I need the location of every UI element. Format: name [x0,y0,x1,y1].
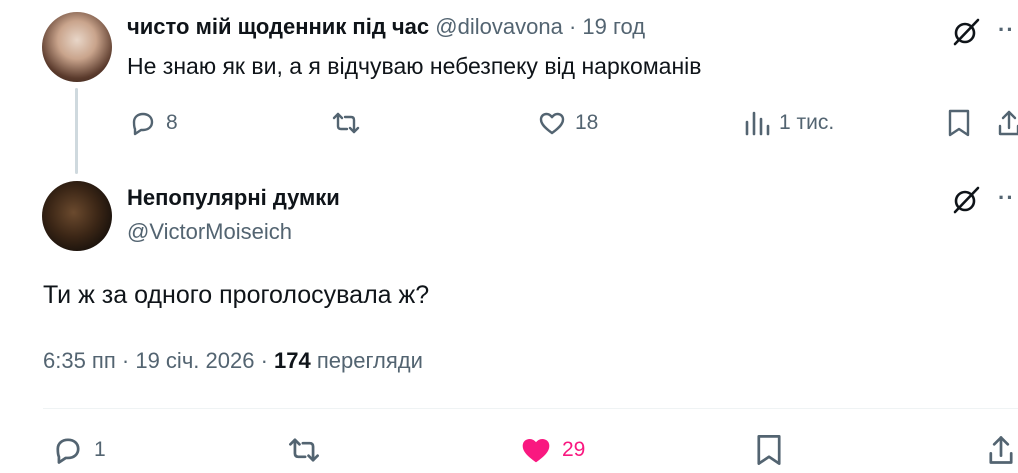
parent-like-button[interactable]: 18 [537,108,598,138]
grok-icon[interactable] [950,16,982,53]
parent-views-button[interactable]: 1 тис. [743,108,834,138]
reply-like-count: 29 [562,438,586,461]
reply-meta-separator: · [260,348,268,373]
parent-views-count: 1 тис. [779,111,835,134]
like-icon [522,438,550,463]
reply-like-button[interactable]: 29 [518,433,585,467]
reply-time[interactable]: 6:35 пп [43,348,116,373]
parent-separator: · [568,14,577,39]
reply-retweet-button[interactable] [285,433,323,467]
reply-meta-line: 6:35 пп · 19 січ. 2026 · 174 перегляди [43,348,423,374]
parent-share-button[interactable] [996,108,1018,138]
retweet-icon [289,438,319,462]
reply-icon [132,112,154,136]
parent-display-name[interactable]: чисто мій щоденник під час [127,14,429,39]
reply-meta-separator: · [121,348,130,373]
bookmark-icon [948,109,970,137]
avatar-reply-author[interactable] [42,181,112,251]
reply-display-name[interactable]: Непопулярні думки [127,185,340,211]
share-icon [989,436,1013,464]
parent-retweet-button[interactable] [330,108,362,138]
parent-author-line: чисто мій щоденник під час @dilovavona ·… [127,14,645,40]
share-icon [998,110,1018,136]
retweet-icon [332,112,360,134]
avatar-parent-author[interactable] [42,12,112,82]
views-icon [745,111,770,136]
parent-like-count: 18 [575,111,599,134]
reply-date[interactable]: 19 січ. 2026 [135,348,254,373]
parent-bookmark-button[interactable] [946,108,972,138]
reply-handle[interactable]: @VictorMoiseich [127,219,292,245]
more-icon[interactable]: ·· [998,185,1015,211]
parent-handle[interactable]: @dilovavona [435,14,563,39]
reply-reply-count: 1 [94,438,106,461]
reply-reply-button[interactable]: 1 [50,433,106,467]
reply-views-count: 174 [274,348,311,373]
thread-connector-line [75,88,78,174]
reply-bookmark-button[interactable] [754,433,784,467]
reply-icon [56,438,80,464]
parent-tweet-text: Не знаю як ви, а я відчуваю небезпеку ві… [127,53,702,79]
grok-icon[interactable] [950,184,982,221]
reply-share-button[interactable] [986,433,1016,467]
divider [43,408,1018,409]
parent-timestamp[interactable]: 19 год [582,14,645,39]
reply-views-label: перегляди [316,348,423,373]
more-icon[interactable]: ·· [998,17,1015,43]
parent-reply-button[interactable]: 8 [128,108,178,138]
parent-reply-count: 8 [166,111,178,134]
bookmark-icon [757,435,781,465]
like-icon [539,112,565,135]
reply-tweet-text: Ти ж за одного проголосувала ж? [43,281,430,309]
